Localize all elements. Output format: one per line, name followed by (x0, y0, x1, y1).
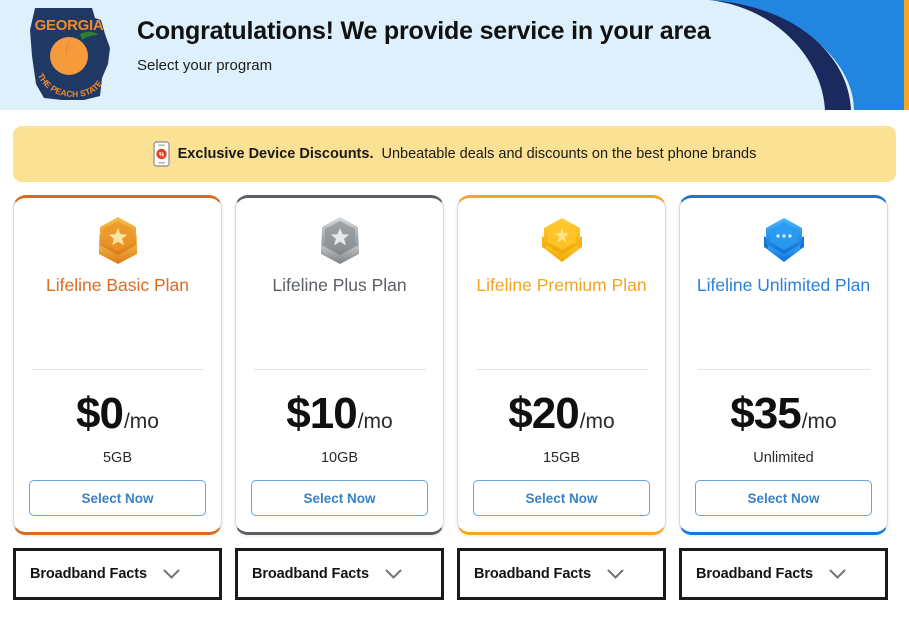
broadband-facts-label: Broadband Facts (696, 566, 813, 582)
silver-hex-star-badge-icon (320, 217, 359, 264)
plan-name: Lifeline Plus Plan (272, 275, 407, 295)
select-now-button[interactable]: Select Now (695, 480, 872, 516)
promo-banner-wrapper: % Exclusive Device Discounts. Unbeatable… (0, 110, 909, 182)
plan-card-lifeline-basic[interactable]: Lifeline Basic Plan $0 /mo 5GB Select No… (13, 195, 222, 535)
page-title: Congratulations! We provide service in y… (137, 17, 711, 45)
exclusive-device-discounts-banner: % Exclusive Device Discounts. Unbeatable… (13, 126, 896, 182)
price-period: /mo (123, 410, 159, 433)
price-period: /mo (579, 410, 615, 433)
broadband-facts-label: Broadband Facts (474, 566, 591, 582)
broadband-facts-label: Broadband Facts (30, 566, 147, 582)
plan-price: $0 /mo (76, 390, 159, 438)
georgia-state-logo: GEORGIA THE PEACH STATE (22, 4, 118, 104)
header-text-block: Congratulations! We provide service in y… (137, 14, 711, 74)
broadband-facts-label: Broadband Facts (252, 566, 369, 582)
plan-name: Lifeline Unlimited Plan (696, 275, 871, 295)
broadband-facts-accordion-1[interactable]: Broadband Facts (13, 548, 222, 600)
bronze-hex-star-badge-icon (98, 217, 137, 264)
plan-data-amount: Unlimited (753, 450, 814, 466)
price-amount: $10 (286, 389, 357, 438)
card-divider (697, 369, 870, 370)
promo-description: Unbeatable deals and discounts on the be… (381, 146, 757, 162)
plan-data-amount: 15GB (542, 450, 581, 466)
phone-discount-icon: % (152, 141, 170, 167)
svg-text:%: % (158, 153, 164, 159)
plan-data-amount: 5GB (102, 450, 132, 466)
diamond-hex-badge-icon (763, 218, 804, 262)
broadband-facts-row: Broadband Facts Broadband Facts Broadban… (0, 535, 909, 600)
select-now-button[interactable]: Select Now (251, 480, 428, 516)
plan-card-lifeline-premium[interactable]: Lifeline Premium Plan $20 /mo 15GB Selec… (457, 195, 666, 535)
plan-card-list: Lifeline Basic Plan $0 /mo 5GB Select No… (0, 182, 909, 535)
chevron-down-icon[interactable] (607, 569, 624, 580)
plan-card-lifeline-unlimited[interactable]: Lifeline Unlimited Plan $35 /mo Unlimite… (679, 195, 888, 535)
promo-strong-text: Exclusive Device Discounts. (177, 146, 374, 162)
card-divider (475, 369, 648, 370)
select-now-button[interactable]: Select Now (29, 480, 206, 516)
select-now-button[interactable]: Select Now (473, 480, 650, 516)
price-amount: $0 (76, 389, 124, 438)
price-amount: $35 (730, 389, 801, 438)
plan-data-amount: 10GB (320, 450, 359, 466)
plan-price: $20 /mo (508, 390, 614, 438)
price-amount: $20 (508, 389, 579, 438)
plan-price: $35 /mo (730, 390, 836, 438)
broadband-facts-accordion-3[interactable]: Broadband Facts (457, 548, 666, 600)
page-subtitle: Select your program (137, 57, 273, 74)
plan-name: Lifeline Basic Plan (46, 275, 189, 295)
card-divider (253, 369, 426, 370)
chevron-down-icon[interactable] (385, 569, 402, 580)
broadband-facts-accordion-2[interactable]: Broadband Facts (235, 548, 444, 600)
card-divider (31, 369, 204, 370)
plan-name: Lifeline Premium Plan (476, 275, 647, 295)
svg-text:GEORGIA: GEORGIA (35, 17, 104, 34)
chevron-down-icon[interactable] (829, 569, 846, 580)
broadband-facts-accordion-4[interactable]: Broadband Facts (679, 548, 888, 600)
gold-hex-star-badge-icon (541, 218, 582, 262)
plan-price: $10 /mo (286, 390, 392, 438)
page-header: GEORGIA THE PEACH STATE Congratulations!… (0, 0, 909, 110)
georgia-state-peach-logo-icon: GEORGIA THE PEACH STATE (30, 8, 110, 100)
price-period: /mo (357, 410, 393, 433)
plan-card-lifeline-plus[interactable]: Lifeline Plus Plan $10 /mo 10GB Select N… (235, 195, 444, 535)
price-period: /mo (801, 410, 837, 433)
chevron-down-icon[interactable] (163, 569, 180, 580)
